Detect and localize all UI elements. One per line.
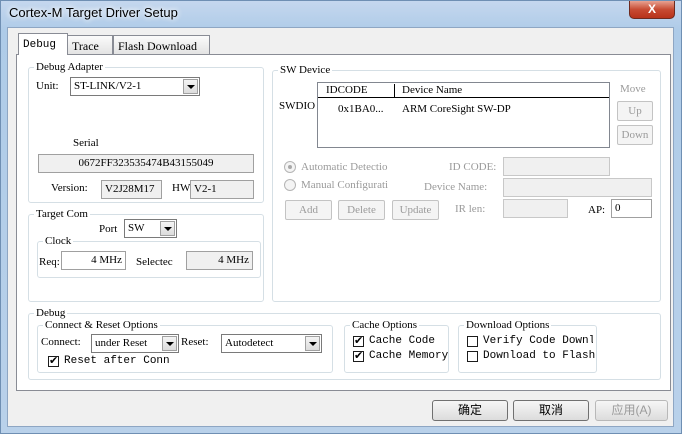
chevron-down-icon[interactable]	[160, 221, 175, 236]
reset-after-conn-label: Reset after Conn	[64, 355, 170, 367]
selected-field: 4 MHz	[186, 251, 253, 270]
column-header-device-name[interactable]: Device Name	[396, 84, 609, 97]
ir-len-label: IR len:	[455, 203, 486, 215]
id-code-field[interactable]	[503, 157, 610, 176]
port-select[interactable]: SW	[124, 219, 177, 238]
target-com-label: Target Com	[34, 208, 90, 220]
verify-code-download-checkbox[interactable]	[467, 336, 478, 347]
reset-select[interactable]: Autodetect	[221, 334, 322, 353]
move-down-button[interactable]: Down	[617, 125, 653, 145]
connect-select[interactable]: under Reset	[91, 334, 179, 353]
id-code-label: ID CODE:	[449, 161, 497, 173]
reset-label: Reset:	[181, 336, 209, 348]
debug-group-label: Debug	[34, 307, 68, 319]
table-header: IDCODE Device Name	[318, 83, 609, 98]
ap-label: AP:	[588, 204, 606, 216]
automatic-detection-radio[interactable]	[284, 161, 296, 173]
tab-trace[interactable]: Trace	[67, 35, 113, 54]
chevron-down-icon[interactable]	[162, 336, 177, 351]
connect-reset-label: Connect & Reset Options	[43, 319, 160, 331]
unit-select[interactable]: ST-LINK/V2-1	[70, 77, 200, 96]
version-label: Version:	[51, 182, 88, 194]
download-to-flash-checkbox[interactable]	[467, 351, 478, 362]
debug-adapter-label: Debug Adapter	[34, 61, 105, 73]
download-options-label: Download Options	[464, 319, 552, 331]
device-name-label: Device Name:	[424, 181, 488, 193]
unit-label: Unit:	[36, 80, 59, 92]
connect-label: Connect:	[41, 336, 81, 348]
update-button[interactable]: Update	[392, 200, 439, 220]
req-label: Req:	[39, 256, 60, 268]
cache-options-label: Cache Options	[350, 319, 420, 331]
ap-field[interactable]: 0	[611, 199, 652, 218]
close-icon: X	[647, 2, 656, 16]
cache-memory-label: Cache Memory	[369, 350, 449, 362]
automatic-detection-label: Automatic Detectio	[301, 161, 388, 173]
verify-code-download-label: Verify Code Downlo	[483, 335, 593, 347]
window-title: Cortex-M Target Driver Setup	[9, 5, 178, 20]
chevron-down-icon[interactable]	[305, 336, 320, 351]
cancel-button[interactable]: 取消	[513, 400, 589, 421]
manual-configuration-label: Manual Configurati	[301, 179, 389, 191]
ir-len-field[interactable]	[503, 199, 568, 218]
delete-button[interactable]: Delete	[338, 200, 385, 220]
swdio-label: SWDIO	[279, 100, 316, 112]
apply-button[interactable]: 应用(A)	[595, 400, 668, 421]
close-button[interactable]: X	[629, 1, 675, 19]
serial-field: 0672FF323535474B43155049	[38, 154, 254, 173]
download-options-group	[458, 325, 597, 373]
device-name-field[interactable]	[503, 178, 652, 197]
download-to-flash-label: Download to Flash	[483, 350, 596, 362]
add-button[interactable]: Add	[285, 200, 332, 220]
table-row[interactable]: 0x1BA0... ARM CoreSight SW-DP	[318, 101, 609, 117]
device-table[interactable]: IDCODE Device Name 0x1BA0... ARM CoreSig…	[317, 82, 610, 148]
selected-label: Selectec	[136, 256, 173, 268]
row-idcode: 0x1BA0...	[338, 103, 384, 115]
cache-code-checkbox[interactable]	[353, 334, 364, 347]
tab-flash-download[interactable]: Flash Download	[113, 35, 210, 54]
req-field[interactable]: 4 MHz	[61, 251, 126, 270]
row-device-name: ARM CoreSight SW-DP	[402, 103, 511, 115]
manual-configuration-radio[interactable]	[284, 179, 296, 191]
cache-memory-checkbox[interactable]	[353, 349, 364, 362]
hw-field: V2-1	[190, 180, 254, 199]
port-label: Port	[99, 223, 118, 235]
clock-label: Clock	[43, 235, 74, 247]
tab-debug[interactable]: Debug	[18, 33, 68, 55]
move-up-button[interactable]: Up	[617, 101, 653, 121]
reset-after-conn-checkbox[interactable]	[48, 354, 59, 367]
sw-device-label: SW Device	[278, 64, 333, 76]
chevron-down-icon[interactable]	[183, 79, 198, 94]
cache-code-label: Cache Code	[369, 335, 436, 347]
serial-label: Serial	[73, 137, 99, 149]
move-label: Move	[620, 83, 646, 95]
column-header-idcode[interactable]: IDCODE	[318, 84, 395, 97]
ok-button[interactable]: 确定	[432, 400, 508, 421]
version-field: V2J28M17	[101, 180, 162, 199]
